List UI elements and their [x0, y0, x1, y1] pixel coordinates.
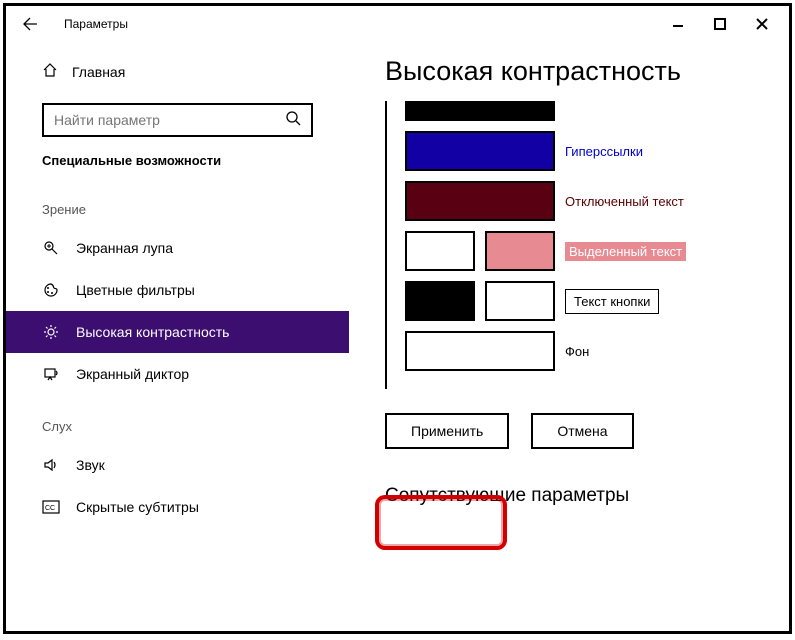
- content-area: Главная Специальные возможности Зрение Э…: [6, 42, 789, 631]
- minimize-button[interactable]: [671, 17, 685, 31]
- swatch-row-selected: Выделенный текст: [405, 231, 753, 271]
- swatch-label: Гиперссылки: [565, 144, 643, 159]
- cc-icon: CC: [42, 498, 60, 516]
- sidebar-item-high-contrast[interactable]: Высокая контрастность: [6, 311, 349, 353]
- sidebar-item-label: Высокая контрастность: [76, 324, 229, 340]
- swatch-row: [405, 101, 753, 121]
- titlebar: Параметры: [6, 6, 789, 42]
- swatch-row-button: Текст кнопки: [405, 281, 753, 321]
- window-controls: [671, 17, 781, 31]
- sidebar: Главная Специальные возможности Зрение Э…: [6, 42, 349, 631]
- home-icon: [42, 62, 58, 81]
- sidebar-item-color-filters[interactable]: Цветные фильтры: [6, 269, 349, 311]
- sidebar-item-label: Звук: [76, 457, 105, 473]
- cancel-button[interactable]: Отмена: [531, 413, 633, 449]
- speaker-icon: [42, 456, 60, 474]
- page-title: Высокая контрастность: [385, 56, 753, 87]
- window-title: Параметры: [64, 17, 128, 31]
- color-swatch[interactable]: [485, 231, 555, 271]
- sidebar-item-narrator[interactable]: Экранный диктор: [6, 353, 349, 395]
- apply-button[interactable]: Применить: [385, 413, 509, 449]
- search-input[interactable]: [54, 112, 285, 128]
- arrow-left-icon: [22, 16, 38, 32]
- related-title: Сопутствующие параметры: [385, 485, 753, 507]
- main-panel: Высокая контрастность Гиперссылки Отключ…: [349, 42, 789, 631]
- narrator-icon: [42, 365, 60, 383]
- search-box[interactable]: [42, 103, 313, 137]
- color-swatch[interactable]: [405, 181, 555, 221]
- color-palette-icon: [42, 281, 60, 299]
- swatch-row-hyperlinks: Гиперссылки: [405, 131, 753, 171]
- close-button[interactable]: [755, 17, 769, 31]
- sidebar-item-sound[interactable]: Звук: [6, 444, 349, 486]
- swatch-label: Выделенный текст: [565, 242, 686, 261]
- button-row: Применить Отмена: [385, 413, 753, 449]
- sidebar-item-label: Скрытые субтитры: [76, 499, 199, 515]
- maximize-button[interactable]: [713, 17, 727, 31]
- sidebar-item-captions[interactable]: CC Скрытые субтитры: [6, 486, 349, 528]
- color-swatch[interactable]: [405, 231, 475, 271]
- color-swatch[interactable]: [405, 131, 555, 171]
- swatch-label: Отключенный текст: [565, 194, 684, 209]
- color-swatch[interactable]: [405, 101, 555, 121]
- swatch-label: Текст кнопки: [565, 289, 659, 314]
- color-swatch[interactable]: [405, 281, 475, 321]
- sidebar-item-label: Экранный диктор: [76, 366, 189, 382]
- window-frame: Параметры Главная Специальные возможност…: [3, 3, 792, 634]
- search-icon: [285, 110, 301, 131]
- color-swatch[interactable]: [485, 281, 555, 321]
- svg-text:CC: CC: [45, 505, 55, 512]
- group-label-hearing: Слух: [6, 419, 349, 434]
- magnifier-icon: [42, 239, 60, 257]
- group-label-vision: Зрение: [6, 202, 349, 217]
- swatch-label: Фон: [565, 344, 589, 359]
- brightness-icon: [42, 323, 60, 341]
- home-label: Главная: [72, 64, 125, 80]
- swatch-row-background: Фон: [405, 331, 753, 371]
- swatch-list: Гиперссылки Отключенный текст Выделенный…: [385, 101, 753, 389]
- sidebar-item-magnifier[interactable]: Экранная лупа: [6, 227, 349, 269]
- sidebar-item-label: Экранная лупа: [76, 240, 173, 256]
- section-title: Специальные возможности: [6, 153, 349, 168]
- sidebar-item-label: Цветные фильтры: [76, 282, 195, 298]
- home-link[interactable]: Главная: [6, 54, 349, 89]
- color-swatch[interactable]: [405, 331, 555, 371]
- back-button[interactable]: [14, 8, 46, 40]
- swatch-row-disabled: Отключенный текст: [405, 181, 753, 221]
